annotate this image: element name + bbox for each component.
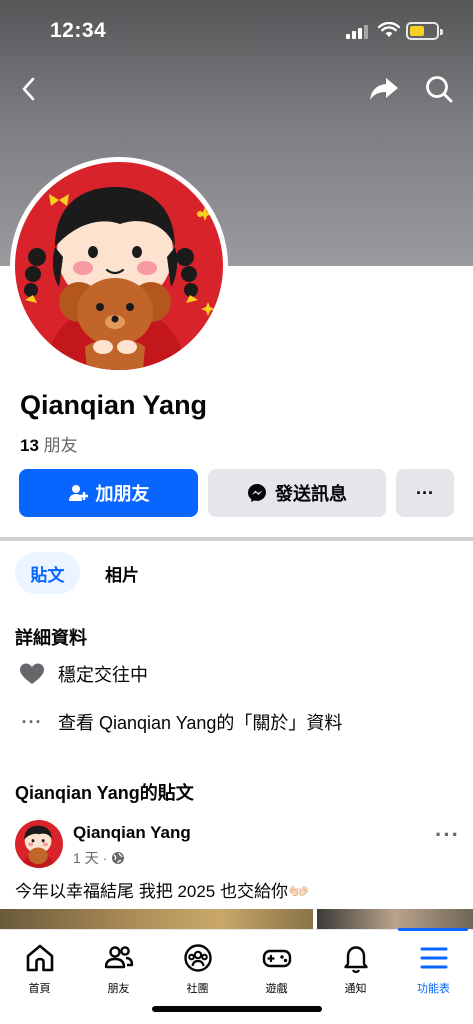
profile-avatar[interactable] bbox=[15, 162, 223, 370]
cellular-signal-icon bbox=[346, 24, 370, 39]
bell-icon bbox=[343, 946, 368, 974]
post-author-avatar[interactable] bbox=[15, 820, 63, 868]
about-link[interactable]: ··· 查看 Qianqian Yang的「關於」資料 bbox=[18, 707, 343, 737]
nav-friends-label: 朋友 bbox=[107, 983, 130, 995]
nav-gaming[interactable]: 遊戲 bbox=[237, 942, 316, 1000]
nav-notifications-label: 通知 bbox=[344, 983, 367, 995]
search-button[interactable] bbox=[422, 72, 456, 106]
post-author-name[interactable]: Qianqian Yang bbox=[73, 823, 191, 843]
nav-menu-label: 功能表 bbox=[417, 983, 450, 995]
chevron-left-icon bbox=[22, 77, 35, 101]
cartoon-girl-with-dog-image bbox=[15, 162, 223, 370]
messenger-icon bbox=[248, 484, 266, 502]
nav-home-label: 首頁 bbox=[28, 983, 51, 995]
friends-icon bbox=[104, 946, 133, 969]
relationship-status: 穩定交往中 bbox=[58, 665, 148, 685]
home-indicator bbox=[152, 1006, 322, 1012]
send-message-label: 發送訊息 bbox=[275, 484, 347, 504]
nav-home[interactable]: 首頁 bbox=[0, 942, 79, 1000]
post-meta: 1 天 · bbox=[73, 848, 125, 868]
details-heading: 詳細資料 bbox=[15, 628, 87, 648]
globe-icon bbox=[112, 852, 125, 864]
active-tab-indicator bbox=[398, 928, 468, 931]
wifi-icon bbox=[378, 22, 400, 37]
nav-friends[interactable]: 朋友 bbox=[79, 942, 158, 1000]
tab-photos[interactable]: 相片 bbox=[92, 552, 152, 594]
battery-icon bbox=[406, 22, 443, 40]
search-icon bbox=[426, 76, 453, 103]
section-divider bbox=[0, 537, 473, 541]
menu-icon bbox=[420, 947, 447, 969]
posts-heading: Qianqian Yang的貼文 bbox=[15, 783, 194, 803]
post-text: 今年以幸福結尾 我把 2025 也交給你👐🏻 bbox=[15, 882, 310, 901]
about-link-label: 查看 Qianqian Yang的「關於」資料 bbox=[58, 713, 343, 733]
nav-menu[interactable]: 功能表 bbox=[394, 942, 473, 1000]
home-icon bbox=[26, 944, 53, 972]
relationship-row: 穩定交往中 bbox=[18, 659, 148, 689]
groups-icon bbox=[183, 944, 212, 972]
friend-count-number: 13 bbox=[20, 436, 39, 455]
tab-posts[interactable]: 貼文 bbox=[15, 552, 80, 594]
send-message-button[interactable]: 發送訊息 bbox=[208, 469, 386, 517]
profile-more-button[interactable]: ··· bbox=[396, 469, 454, 517]
share-icon bbox=[370, 78, 398, 100]
gaming-icon bbox=[262, 949, 291, 968]
more-dots-icon: ··· bbox=[21, 711, 43, 732]
post-more-button[interactable]: ··· bbox=[435, 822, 460, 848]
status-time: 12:34 bbox=[50, 19, 107, 42]
nav-groups[interactable]: 社團 bbox=[158, 942, 237, 1000]
more-icon: ··· bbox=[416, 482, 434, 503]
heart-icon bbox=[18, 662, 46, 686]
add-friend-label: 加朋友 bbox=[95, 484, 150, 504]
friend-count[interactable]: 13 朋友 bbox=[20, 431, 78, 456]
add-friend-icon bbox=[68, 485, 88, 501]
friend-count-label: 朋友 bbox=[43, 436, 78, 455]
cartoon-girl-with-dog-image bbox=[15, 820, 63, 868]
post-time[interactable]: 1 天 bbox=[73, 848, 99, 868]
status-bar: 12:34 bbox=[0, 0, 473, 60]
share-button[interactable] bbox=[367, 72, 401, 106]
back-button[interactable] bbox=[12, 72, 46, 106]
add-friend-button[interactable]: 加朋友 bbox=[19, 469, 198, 517]
nav-gaming-label: 遊戲 bbox=[265, 983, 288, 995]
nav-notifications[interactable]: 通知 bbox=[316, 942, 395, 1000]
nav-groups-label: 社團 bbox=[186, 983, 209, 995]
profile-name: Qianqian Yang bbox=[20, 390, 208, 420]
post-meta-separator: · bbox=[102, 850, 108, 866]
